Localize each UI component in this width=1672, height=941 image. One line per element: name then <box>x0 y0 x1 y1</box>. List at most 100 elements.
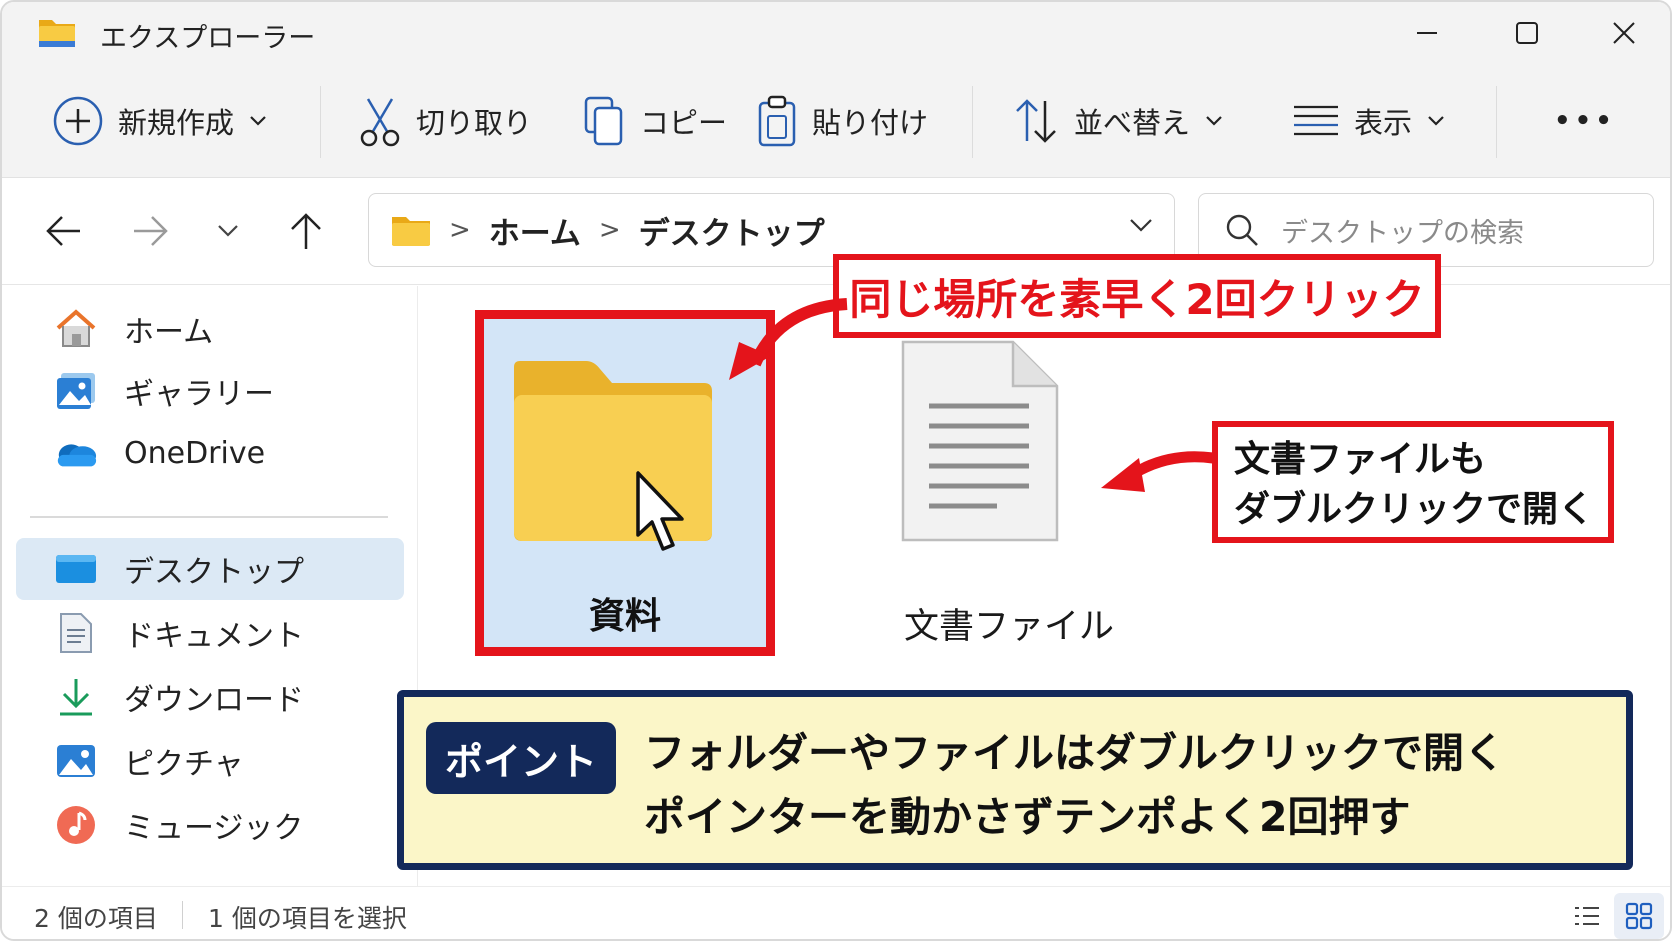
close-button[interactable] <box>1594 10 1654 56</box>
home-icon <box>54 307 98 351</box>
double-click-callout: 同じ場所を素早く2回クリック <box>833 254 1441 338</box>
folder-app-icon <box>39 20 75 47</box>
sidebar-item-pictures[interactable]: ピクチャ <box>16 730 404 792</box>
view-button[interactable]: 表示 <box>1292 88 1446 154</box>
downloads-icon <box>54 675 98 719</box>
new-button-label: 新規作成 <box>118 106 235 140</box>
back-button[interactable] <box>38 205 90 257</box>
view-button-label: 表示 <box>1354 106 1413 140</box>
toolbar-divider <box>972 86 973 158</box>
selected-count: 1 個の項目を選択 <box>208 904 407 933</box>
paste-button[interactable]: 貼り付け <box>756 88 928 154</box>
chevron-down-icon[interactable] <box>1128 216 1154 234</box>
plus-circle-icon <box>53 96 103 146</box>
arrow-left-icon <box>46 216 80 246</box>
cut-button[interactable]: 切り取り <box>358 88 532 154</box>
search-placeholder: デスクトップの検索 <box>1281 217 1524 249</box>
document-file-icon <box>901 340 1059 542</box>
status-divider <box>182 901 183 929</box>
close-icon <box>1613 22 1635 44</box>
title-bar: エクスプローラー <box>2 2 1670 64</box>
document-item-label: 文書ファイル <box>903 607 1114 647</box>
maximize-icon <box>1516 22 1538 44</box>
tip-badge-label: ポイント <box>444 739 597 784</box>
tip-line2: ポインターを動かさずテンポよく2回押す <box>644 793 1411 841</box>
new-button[interactable]: 新規作成 <box>52 88 268 154</box>
chevron-down-icon <box>1206 116 1222 126</box>
item-count: 2 個の項目 <box>34 904 158 933</box>
mouse-pointer-icon <box>636 471 684 551</box>
callout-arrow-icon <box>1101 451 1214 492</box>
sidebar-item-onedrive[interactable]: OneDrive <box>16 422 404 484</box>
callout-arrow-icon <box>729 298 848 380</box>
sidebar-item-downloads[interactable]: ダウンロード <box>16 666 404 728</box>
sidebar-item-music[interactable]: ミュージック <box>16 794 404 856</box>
sidebar-item-label: デスクトップ <box>124 555 304 590</box>
paste-button-label: 貼り付け <box>812 106 929 140</box>
document-item[interactable] <box>887 338 1131 638</box>
sidebar-item-label: OneDrive <box>124 435 266 471</box>
minimize-icon <box>1417 32 1437 34</box>
document-callout-line1: 文書ファイルも <box>1234 439 1487 480</box>
pictures-icon <box>54 739 98 783</box>
sidebar-item-label: ピクチャ <box>124 747 244 782</box>
chevron-down-icon <box>250 116 266 126</box>
tip-badge: ポイント <box>426 722 616 794</box>
search-icon <box>1226 214 1258 246</box>
toolbar-divider <box>1496 86 1497 158</box>
scissors-icon <box>360 98 400 147</box>
sidebar-item-gallery[interactable]: ギャラリー <box>16 360 404 422</box>
document-callout-line2: ダブルクリックで開く <box>1234 489 1595 530</box>
sidebar-item-label: ミュージック <box>124 811 304 846</box>
command-bar: 新規作成 切り取り コピー 貼り付け 並べ替え 表示 ••• <box>2 64 1670 178</box>
sidebar-item-documents[interactable]: ドキュメント <box>16 602 404 664</box>
sort-button[interactable]: 並べ替え <box>1012 88 1224 154</box>
copy-icon <box>584 96 623 146</box>
more-options-button[interactable]: ••• <box>1540 88 1616 154</box>
chevron-down-icon <box>218 225 238 237</box>
details-view-icon <box>1575 907 1599 925</box>
double-click-callout-text: 同じ場所を素早く2回クリック <box>849 274 1425 324</box>
document-callout: 文書ファイルも ダブルクリックで開く <box>1212 421 1614 543</box>
tip-text: フォルダーやファイルはダブルクリックで開く ポインターを動かさずテンポよく2回押… <box>644 721 1505 849</box>
navigation-pane: ホーム ギャラリー OneDrive デスクトップ ドキュメント ダウンロード … <box>2 286 418 886</box>
status-bar: 2 個の項目 1 個の項目を選択 <box>2 886 1670 939</box>
arrow-right-icon <box>134 216 168 246</box>
breadcrumb-separator: > <box>598 215 621 245</box>
copy-button[interactable]: コピー <box>582 88 727 154</box>
sidebar-item-label: ドキュメント <box>124 619 304 654</box>
sort-button-label: 並べ替え <box>1074 106 1191 140</box>
toolbar-divider <box>320 86 321 158</box>
folder-icon <box>392 217 430 246</box>
up-button[interactable] <box>280 205 332 257</box>
arrow-up-icon <box>291 213 321 249</box>
sidebar-divider <box>30 516 388 518</box>
sidebar-item-label: ギャラリー <box>124 377 274 412</box>
large-icons-view-button[interactable] <box>1614 893 1664 939</box>
minimize-button[interactable] <box>1397 10 1457 56</box>
sort-arrows-icon <box>1016 99 1056 143</box>
sidebar-item-desktop[interactable]: デスクトップ <box>16 538 404 600</box>
sidebar-item-home[interactable]: ホーム <box>16 298 404 360</box>
recent-locations-button[interactable] <box>202 205 254 257</box>
more-options-icon: ••• <box>1554 106 1616 136</box>
music-icon <box>54 803 98 847</box>
sidebar-item-label: ホーム <box>124 315 214 350</box>
sidebar-item-label: ダウンロード <box>124 683 304 718</box>
breadcrumb-separator: > <box>449 215 471 245</box>
grid-view-icon <box>1625 902 1653 930</box>
tip-line1: フォルダーやファイルはダブルクリックで開く <box>644 729 1505 777</box>
details-view-button[interactable] <box>1562 893 1612 939</box>
forward-button[interactable] <box>124 205 176 257</box>
window-title: エクスプローラー <box>100 23 316 54</box>
tip-box: ポイント フォルダーやファイルはダブルクリックで開く ポインターを動かさずテンポ… <box>397 690 1633 870</box>
gallery-icon <box>54 369 98 413</box>
explorer-window: エクスプローラー 新規作成 切り取り コピー 貼り付け 並べ替え 表示 ••• … <box>0 0 1672 941</box>
maximize-button[interactable] <box>1497 10 1557 56</box>
breadcrumb-home[interactable]: ホーム <box>489 208 581 253</box>
documents-icon <box>54 611 98 655</box>
folder-item-label: 資料 <box>588 596 661 637</box>
chevron-down-icon <box>1428 116 1444 126</box>
onedrive-cloud-icon <box>54 431 98 475</box>
breadcrumb-desktop[interactable]: デスクトップ <box>639 208 825 253</box>
